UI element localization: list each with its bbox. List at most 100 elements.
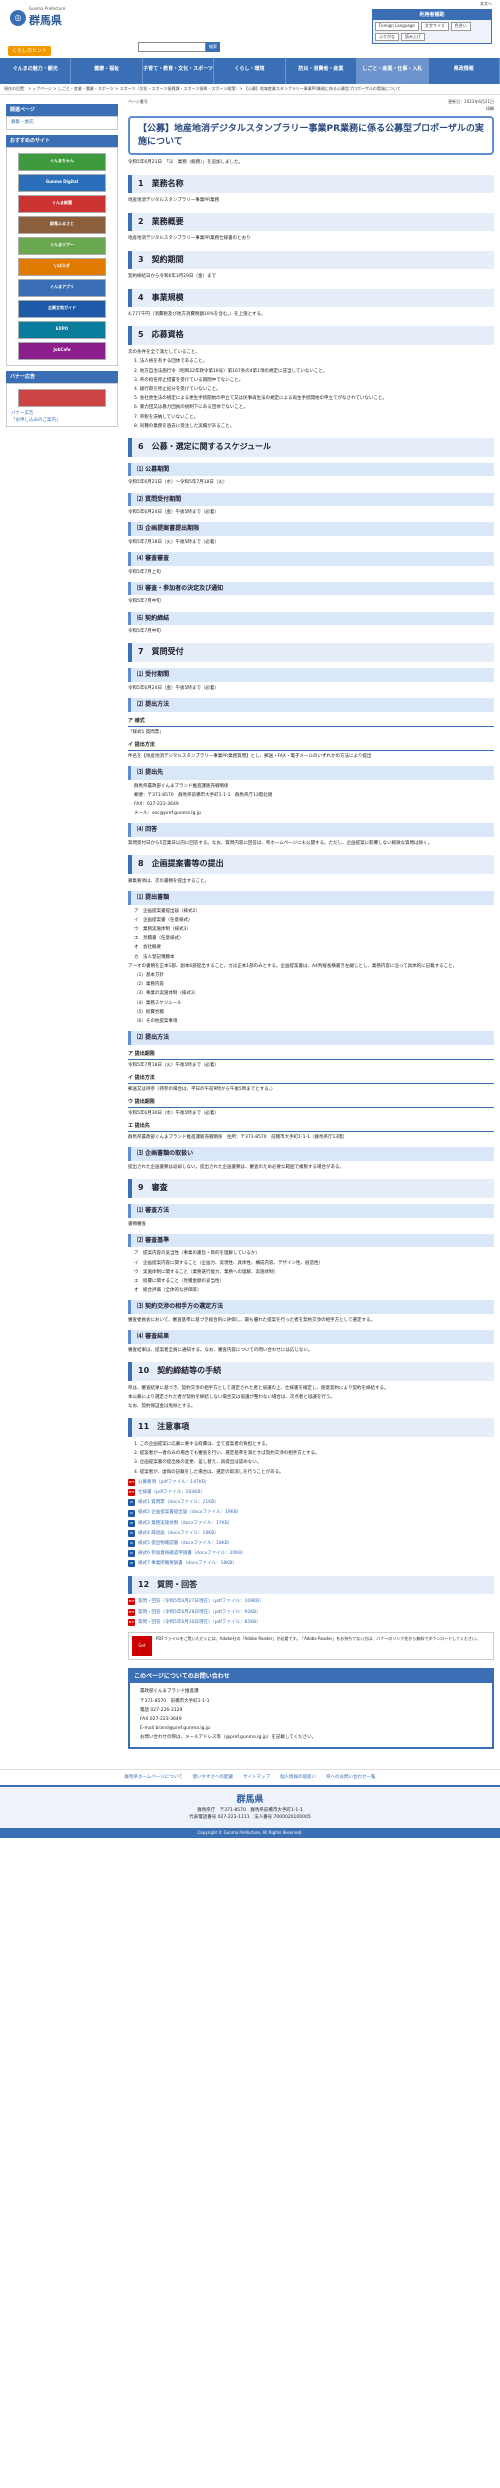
page-number: ページ番号 (128, 99, 148, 105)
sub-body: 令和5年6月21日（水）～令和5年7月18日（火） (128, 480, 228, 486)
file-label[interactable]: 様式2 企画提案書提出届（docxファイル：19KB） (138, 1509, 241, 1516)
sub-body: 提出された企画書類は返却しない。提出された企画書類は、審査のため必要な範囲で複製… (128, 1165, 344, 1171)
item-body: 令和5年7月18日（火）午後5時まで（必着） (128, 1062, 219, 1068)
item-body: 令和5年6月30日（水）午後5時まで（必着） (128, 1111, 219, 1117)
ad-title: バナー広告 (6, 370, 118, 383)
sub-body: 質問受付日から5営業日以内に回答する。なお、質問内容に回答は、県ホームページにも… (128, 840, 433, 846)
furigana-button[interactable]: ふりがな (375, 32, 399, 42)
contact-line: 農政部ぐんまブランド推進課 (140, 1689, 199, 1695)
file-link[interactable]: PDF 公募要項（pdfファイル：147KB） (128, 1478, 494, 1486)
site-logo[interactable]: ◎ Gunma Prefecture 群馬県 (10, 6, 65, 30)
sidebar-banner[interactable]: ぐんまちゃん (18, 152, 106, 171)
language-button[interactable]: Foreign Language (375, 22, 419, 31)
pdf-file-icon: PDF (128, 1478, 135, 1486)
file-label[interactable]: 様式5 提出物確認書（docxファイル：18KB） (138, 1540, 232, 1547)
file-link[interactable]: PDF 仕様書（pdfファイル：204KB） (128, 1489, 494, 1497)
item-body: 郵送又は持参（持参の場合は、平日の午前9時から午後5時までとする。） (128, 1086, 276, 1092)
file-label[interactable]: 様式7 事業所概要調書（docxファイル：18KB） (138, 1560, 237, 1567)
file-link[interactable]: W 様式7 事業所概要調書（docxファイル：18KB） (128, 1560, 494, 1568)
check-item: （1）基本方針 (134, 973, 164, 979)
gnav-item-industry[interactable]: しごと・産業・仕事・入札 (357, 58, 429, 84)
sidebar-banner[interactable]: JobCafe (18, 341, 106, 360)
pdf-file-icon: PDF (128, 1608, 135, 1616)
footer-link[interactable]: 個人情報の取扱い (280, 1774, 316, 1781)
sidebar-banner[interactable]: ぐんまアプリ (18, 278, 106, 297)
gnav-item-life[interactable]: くらし・環境 (214, 58, 286, 84)
file-label[interactable]: 様式6 参加資格確認申請書（docxファイル：20KB） (138, 1550, 246, 1557)
requirement-item: 8. 同種の業務を過去に受注した実績があること。 (134, 423, 235, 429)
file-label[interactable]: 質問・回答（令和5年6月30日現在）（pdfファイル：85KB） (138, 1619, 261, 1626)
ad-banner[interactable] (18, 388, 106, 407)
requirement-item: 4. 銀行取引停止処分を受けていないこと。 (134, 387, 221, 393)
pdf-note-text: PDFファイルをご覧いただくには、Adobe社の「Adobe Reader」が必… (156, 1635, 480, 1641)
font-size-button[interactable]: 文字サイズ (420, 22, 449, 31)
gnav-item-education[interactable]: 子育て・教育・文化・スポーツ (143, 58, 215, 84)
useful-banner[interactable]: くらしのヒント (8, 46, 52, 56)
file-link[interactable]: W 様式6 参加資格確認申請書（docxファイル：20KB） (128, 1550, 494, 1558)
contact-line: 〒371-8570 前橋市大手町1-1-1 (140, 1698, 210, 1704)
sidebar-banner[interactable]: ぐんま新聞 (18, 194, 106, 213)
check-item: （6）その他提案事項 (134, 1018, 178, 1024)
footer-link[interactable]: 使いやすさへの配慮 (193, 1774, 234, 1781)
file-label[interactable]: 様式3 業務実施体制（docxファイル：17KB） (138, 1520, 232, 1527)
check-item: （3）事業の実施体制（様式3） (134, 991, 199, 997)
requirement-item: 2. 地方自治法施行令（昭和22年政令第16号）第167条の4第1項の規定に該当… (134, 368, 328, 374)
contact-line: FAX 027-223-3649 (140, 1717, 182, 1723)
file-label[interactable]: 仕様書（pdfファイル：204KB） (138, 1489, 205, 1496)
sidebar-banner[interactable]: 群馬ふるさと (18, 215, 106, 234)
related-link[interactable]: 募集・委託 (11, 119, 113, 126)
sub-body: 令和5年7月中旬 (128, 629, 161, 635)
file-link[interactable]: W 様式5 提出物確認書（docxファイル：18KB） (128, 1540, 494, 1548)
search-button[interactable]: 検索 (206, 42, 220, 52)
file-link[interactable]: W 様式1 質問票（docxファイル：21KB） (128, 1499, 494, 1507)
recommend-banners: ぐんまちゃん Gunma Digital ぐんま新聞群馬ふるさと ぐんまツアー いばらぎ… (6, 146, 118, 366)
adobe-reader-icon[interactable]: Get Adobe Reader (132, 1635, 152, 1688)
read-aloud-button[interactable]: 読み上げ (401, 32, 425, 42)
file-label[interactable]: 質問・回答（令和5年6月27日現在）（pdfファイル：109KB） (138, 1598, 264, 1605)
sidebar: 関連ページ 募集・委託 おすすめのサイト ぐんまちゃん Gunma Digital… (6, 99, 118, 1756)
sub-heading: ⑴ 提出書類 (128, 891, 494, 905)
section-body: 地産地消デジタルスタンプラリー事業PR業務仕様書のとおり (128, 236, 251, 242)
search-input[interactable] (138, 42, 206, 52)
ad-guide-link[interactable]: 「お申し込みのご案内」 (11, 417, 113, 424)
gnav-item-government[interactable]: 県政情報 (429, 58, 500, 84)
file-link[interactable]: W 様式3 業務実施体制（docxファイル：17KB） (128, 1519, 494, 1527)
file-link[interactable]: PDF 質問・回答（令和5年6月28日現在）（pdfファイル：92KB） (128, 1608, 494, 1616)
file-label[interactable]: 様式1 質問票（docxファイル：21KB） (138, 1499, 219, 1506)
sub-heading: ⑷ 審査結果 (128, 1330, 494, 1344)
global-nav: ぐんまの魅力・観光 健康・福祉 子育て・教育・文化・スポーツ くらし・環境 防災… (0, 58, 500, 84)
color-button[interactable]: 色合い (450, 22, 471, 31)
gnav-item-tourism[interactable]: ぐんまの魅力・観光 (0, 58, 72, 84)
section-body: 4,777千円（消費税及び地方消費税額10%を含む。）を上限とする。 (128, 312, 266, 318)
footer-link[interactable]: 県へのお問い合わせ一覧 (326, 1774, 376, 1781)
sidebar-banner[interactable]: Gunma Digital (18, 173, 106, 192)
gnav-item-safety[interactable]: 防災・消費者・産業 (286, 58, 358, 84)
item-body: 群馬県農政部ぐんまブランド推進課販売戦略係 住所：〒371-8570 前橋市大手… (128, 1135, 348, 1141)
criteria-item: イ 企画提案内容に関すること（企画力、実現性、具体性、構成内容、デザイン性、創造… (134, 1260, 323, 1266)
section-heading: 10 契約締結等の手続 (128, 1361, 494, 1381)
section-heading: 1 業務名称 (128, 174, 494, 194)
file-label[interactable]: 様式4 辞退届（docxファイル：18KB） (138, 1530, 219, 1537)
sidebar-banner[interactable]: ぐんまツアー (18, 236, 106, 255)
file-link[interactable]: W 様式4 辞退届（docxファイル：18KB） (128, 1529, 494, 1537)
file-label[interactable]: 質問・回答（令和5年6月28日現在）（pdfファイル：92KB） (138, 1609, 261, 1616)
sub-body: 審査委員会において、審査基準に基づき総合的に評価し、最も優れた提案を行った者を契… (128, 1317, 375, 1323)
ad-link[interactable]: バナー広告 (11, 410, 113, 417)
section-heading: 12 質問・回答 (128, 1575, 494, 1595)
file-link[interactable]: PDF 質問・回答（令和5年6月27日現在）（pdfファイル：109KB） (128, 1598, 494, 1606)
footer-link[interactable]: 群馬県ホームページについて (124, 1774, 182, 1781)
print-button[interactable]: 印刷 (128, 106, 494, 112)
file-label[interactable]: 公募要項（pdfファイル：147KB） (138, 1479, 209, 1486)
sidebar-banner[interactable]: 企業立地ガイド (18, 299, 106, 318)
file-link[interactable]: W 様式2 企画提案書提出届（docxファイル：19KB） (128, 1509, 494, 1517)
item-heading: イ 提出方法 (128, 1073, 494, 1084)
gnav-item-health[interactable]: 健康・福祉 (71, 58, 143, 84)
footer-link[interactable]: サイトマップ (243, 1774, 270, 1781)
sidebar-banner[interactable]: EXPO (18, 320, 106, 339)
sidebar-banner[interactable]: いばらぎ (18, 257, 106, 276)
file-link[interactable]: PDF 質問・回答（令和5年6月30日現在）（pdfファイル：85KB） (128, 1618, 494, 1626)
skip-link[interactable]: 本文へ (372, 1, 492, 7)
sub-heading: ⑶ 企画書類の取扱い (128, 1147, 494, 1162)
sub-heading: ⑵ 質問受付期間 (128, 492, 494, 507)
main-content: ページ番号 更新日：2023年6月21日 印刷 【公募】地産地消デジタルスタンプ… (128, 99, 494, 1756)
